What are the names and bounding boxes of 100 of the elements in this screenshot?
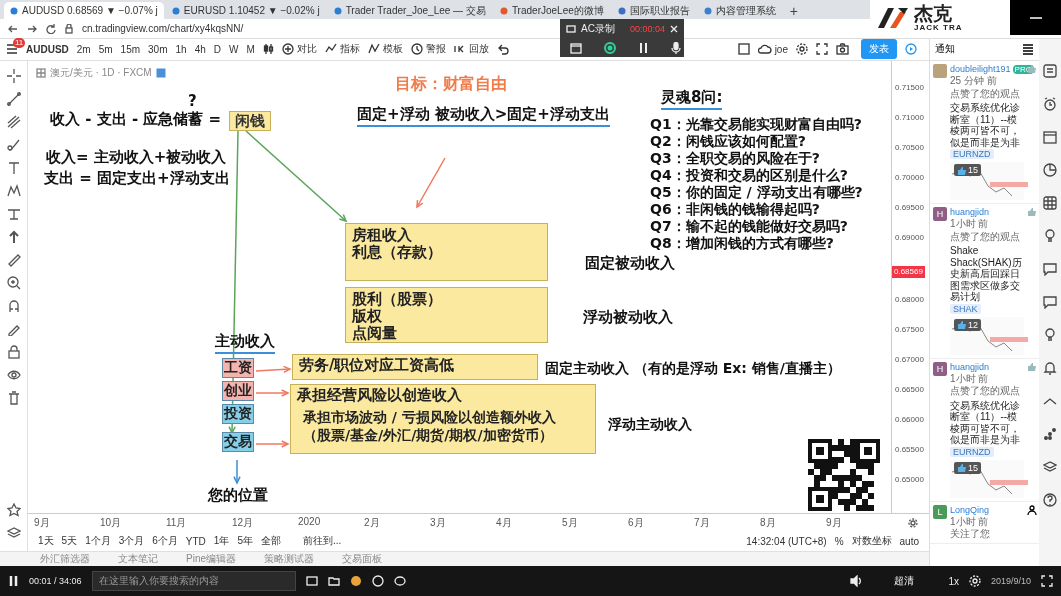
interval-button[interactable]: 1h	[175, 43, 187, 55]
watchlist-icon[interactable]	[1043, 64, 1057, 78]
record-icon[interactable]	[604, 42, 616, 54]
range-button[interactable]: YTD	[185, 535, 206, 547]
search-field[interactable]: 在这里输入你要搜索的内容	[91, 571, 296, 591]
window-icon[interactable]	[570, 42, 582, 54]
chat-icon[interactable]	[1043, 295, 1057, 309]
undo-icon[interactable]	[496, 43, 509, 55]
browser-tab[interactable]: TraderJoeLee的微博	[493, 2, 610, 19]
brush-icon[interactable]	[6, 138, 21, 152]
alarm-clock-icon[interactable]	[1043, 97, 1057, 111]
toolbar-button[interactable]: 对比	[281, 42, 317, 56]
bottom-panel-tab[interactable]: 外汇筛选器	[40, 552, 90, 566]
idea-title[interactable]: 交易系统优化诊断室（11）--模棱两可皆不可，似是而非是为非	[950, 399, 1024, 446]
browser-tab[interactable]: AUDUSD 0.68569 ▼ −0.07% j	[4, 2, 164, 19]
percent-button[interactable]: %	[834, 535, 844, 547]
thumb-up-icon[interactable]	[1027, 361, 1037, 372]
toolbar-button[interactable]: 模板	[367, 42, 403, 56]
magnet-icon[interactable]	[6, 299, 21, 313]
interval-button[interactable]: 15m	[120, 43, 141, 55]
symbol-button[interactable]: AUDUSD	[26, 43, 69, 55]
list-icon[interactable]	[1022, 43, 1034, 55]
speed-button[interactable]: 1x	[948, 575, 959, 587]
light-bulb-icon[interactable]	[1043, 229, 1057, 243]
dots-icon[interactable]	[1043, 427, 1057, 441]
symbol-tag[interactable]: EURNZD	[950, 446, 994, 457]
fib-tool-icon[interactable]	[6, 115, 21, 129]
star-icon[interactable]	[6, 503, 21, 517]
chat-icon[interactable]	[1043, 262, 1057, 276]
user-button[interactable]: joe	[757, 43, 788, 55]
log-scale-button[interactable]: 对数坐标	[851, 534, 892, 549]
measure-icon[interactable]	[6, 207, 21, 221]
toolbar-button[interactable]: 回放	[453, 42, 489, 56]
fullscreen-icon[interactable]	[816, 43, 828, 55]
range-button[interactable]: 全部	[260, 534, 281, 549]
interval-button[interactable]: 4h	[194, 43, 206, 55]
zoom-in-icon[interactable]	[6, 276, 21, 290]
browser-tab[interactable]: 内容管理系统	[697, 2, 782, 19]
quality-button[interactable]: 超清	[894, 574, 915, 588]
calendar-icon[interactable]	[1043, 130, 1057, 144]
interval-button[interactable]: D	[213, 43, 221, 55]
pause-icon[interactable]	[638, 42, 649, 54]
chat-bubble-icon[interactable]	[393, 575, 406, 587]
text-tool-icon[interactable]	[6, 161, 21, 175]
user-link[interactable]: doubleilight191	[950, 64, 1011, 74]
auto-button[interactable]: auto	[899, 535, 919, 547]
crosshair-icon[interactable]	[6, 69, 21, 83]
toolbar-button[interactable]: 警报	[410, 42, 446, 56]
folder-icon[interactable]	[327, 575, 340, 587]
pattern-icon[interactable]	[6, 184, 21, 198]
close-icon[interactable]	[670, 25, 678, 33]
interval-button[interactable]: M	[246, 43, 255, 55]
ruler-icon[interactable]	[6, 253, 21, 267]
user-link[interactable]: huangjidn	[950, 207, 990, 217]
task-view-icon[interactable]	[305, 575, 318, 587]
trend-line-icon[interactable]	[6, 92, 21, 106]
back-icon[interactable]	[8, 23, 18, 34]
layout-icon[interactable]	[737, 43, 750, 55]
range-button[interactable]: 6个月	[152, 534, 178, 549]
menu-icon[interactable]	[6, 43, 18, 55]
symbol-tag[interactable]: SHAK	[950, 303, 981, 314]
grid-icon[interactable]	[1043, 196, 1057, 210]
forward-icon[interactable]	[27, 23, 37, 34]
light-bulb-icon[interactable]	[1043, 328, 1057, 342]
range-button[interactable]: 1年	[213, 534, 230, 549]
trash-icon[interactable]	[6, 391, 21, 405]
idea-title[interactable]: 交易系统优化诊断室（11）--模棱两可皆不可，似是而非是为非	[950, 102, 1024, 148]
new-tab-button[interactable]: +	[783, 2, 804, 19]
camera-icon[interactable]	[836, 43, 849, 55]
minimize-icon[interactable]	[1029, 16, 1042, 19]
range-button[interactable]: 1个月	[85, 534, 111, 549]
user-link[interactable]: huangjidn	[950, 361, 990, 372]
toolbar-button[interactable]: 指标	[324, 42, 360, 56]
globe-icon[interactable]	[371, 575, 384, 587]
layers-icon[interactable]	[1043, 460, 1057, 474]
interval-button[interactable]: 5m	[98, 43, 113, 55]
lock-icon[interactable]	[6, 345, 21, 359]
range-button[interactable]: 5年	[237, 534, 253, 549]
help-icon[interactable]	[1043, 493, 1057, 507]
bottom-panel-tab[interactable]: Pine编辑器	[186, 552, 236, 566]
browser-icon[interactable]	[349, 575, 362, 587]
interval-button[interactable]: 2m	[76, 43, 91, 55]
thumb-up-icon[interactable]	[1027, 207, 1037, 217]
play-icon[interactable]	[905, 43, 917, 55]
browser-tab[interactable]: Trader Trader_Joe_Lee — 交易	[327, 2, 492, 19]
pause-icon[interactable]	[8, 575, 19, 587]
idea-title[interactable]: Shake Shack(SHAK)历史新高后回踩日图需求区做多交易计划	[950, 245, 1024, 303]
range-button[interactable]: 3个月	[118, 534, 145, 549]
eye-icon[interactable]	[6, 368, 21, 382]
browser-tab[interactable]: EURUSD 1.10452 ▼ −0.02% j	[165, 2, 326, 19]
pie-chart-icon[interactable]	[1043, 163, 1057, 177]
reload-icon[interactable]	[46, 23, 56, 34]
address-bar-url[interactable]: cn.tradingview.com/chart/xy4kqsNN/	[82, 23, 244, 34]
range-button[interactable]: 5天	[61, 534, 78, 549]
candles-icon[interactable]	[262, 43, 274, 55]
microphone-icon[interactable]	[671, 42, 681, 54]
bell-icon[interactable]	[1043, 361, 1057, 375]
interval-button[interactable]: W	[229, 43, 239, 55]
layers-icon[interactable]	[6, 526, 21, 540]
user-link[interactable]: LongQing	[950, 504, 990, 515]
